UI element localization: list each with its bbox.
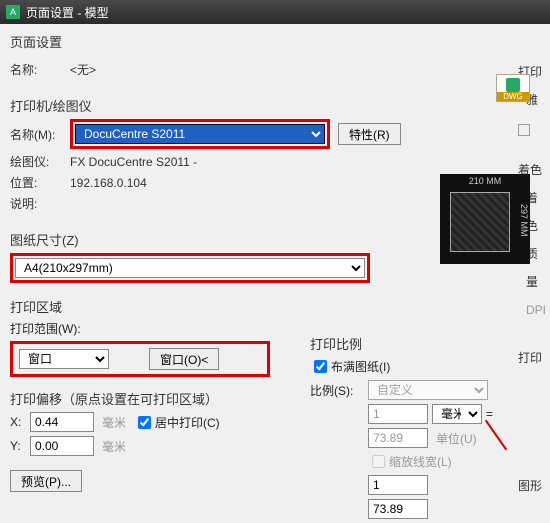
unit-u-label: 单位(U) <box>436 430 477 447</box>
red-annotation-line <box>485 420 507 451</box>
printer-properties-button[interactable]: 特性(R) <box>338 123 401 145</box>
y-label: Y: <box>10 439 30 453</box>
window-pick-button[interactable]: 窗口(O)< <box>149 348 219 370</box>
y-input[interactable] <box>30 436 94 456</box>
plotter-value: FX DocuCentre S2011 - <box>70 155 197 169</box>
printrange-select[interactable]: 窗口 <box>19 349 109 369</box>
scale-section-title: 打印比例 <box>310 334 530 353</box>
printer-section-title: 打印机/绘图仪 <box>10 96 540 115</box>
preview-button[interactable]: 预览(P)... <box>10 470 82 492</box>
window-title: 页面设置 - 模型 <box>26 4 109 21</box>
location-label: 位置: <box>10 174 70 191</box>
location-value: 192.168.0.104 <box>70 176 147 190</box>
highlight-printer-select: DocuCentre S2011 <box>70 119 330 149</box>
titlebar: A 页面设置 - 模型 <box>0 0 550 24</box>
scale-unit-select[interactable]: 毫米 <box>432 404 482 424</box>
scale-ratio-label: 比例(S): <box>310 382 368 399</box>
equals-sign: = <box>486 407 493 421</box>
highlight-printrange: 窗口 窗口(O)< <box>10 341 270 377</box>
paper-preview: 210 MM 297 MM <box>440 174 530 264</box>
fit-to-paper-label: 布满图纸(I) <box>331 358 390 375</box>
scale-num2-input[interactable] <box>368 475 428 495</box>
printer-name-label: 名称(M): <box>10 126 70 143</box>
plotter-label: 绘图仪: <box>10 153 70 170</box>
page-setup-header: 页面设置 <box>10 32 540 51</box>
description-label: 说明: <box>10 195 70 212</box>
scale-lineweight-checkbox <box>372 455 385 468</box>
scale-ratio-select: 自定义 <box>368 380 488 400</box>
name-label: 名称: <box>10 61 70 78</box>
x-label: X: <box>10 415 30 429</box>
scale-denom-input <box>368 428 428 448</box>
x-input[interactable] <box>30 412 94 432</box>
printer-select[interactable]: DocuCentre S2011 <box>75 124 325 144</box>
scale-lineweight-label: 缩放线宽(L) <box>389 453 452 470</box>
app-icon: A <box>6 5 20 19</box>
x-unit: 毫米 <box>102 414 126 431</box>
name-value: <无> <box>70 61 96 78</box>
offset-section-title: 打印偏移（原点设置在可打印区域） <box>10 389 300 408</box>
center-print-checkbox[interactable] <box>138 416 151 429</box>
center-print-label: 居中打印(C) <box>155 414 220 431</box>
papersize-select[interactable]: A4(210x297mm) <box>15 258 365 278</box>
scale-denom2-input[interactable] <box>368 499 428 519</box>
printarea-section-title: 打印区域 <box>10 297 300 316</box>
highlight-papersize: A4(210x297mm) <box>10 253 370 283</box>
scale-num-input <box>368 404 428 424</box>
fit-to-paper-checkbox[interactable] <box>314 360 327 373</box>
y-unit: 毫米 <box>102 438 126 455</box>
printrange-label: 打印范围(W): <box>10 320 81 337</box>
dwg-badge: DWG <box>496 74 530 102</box>
